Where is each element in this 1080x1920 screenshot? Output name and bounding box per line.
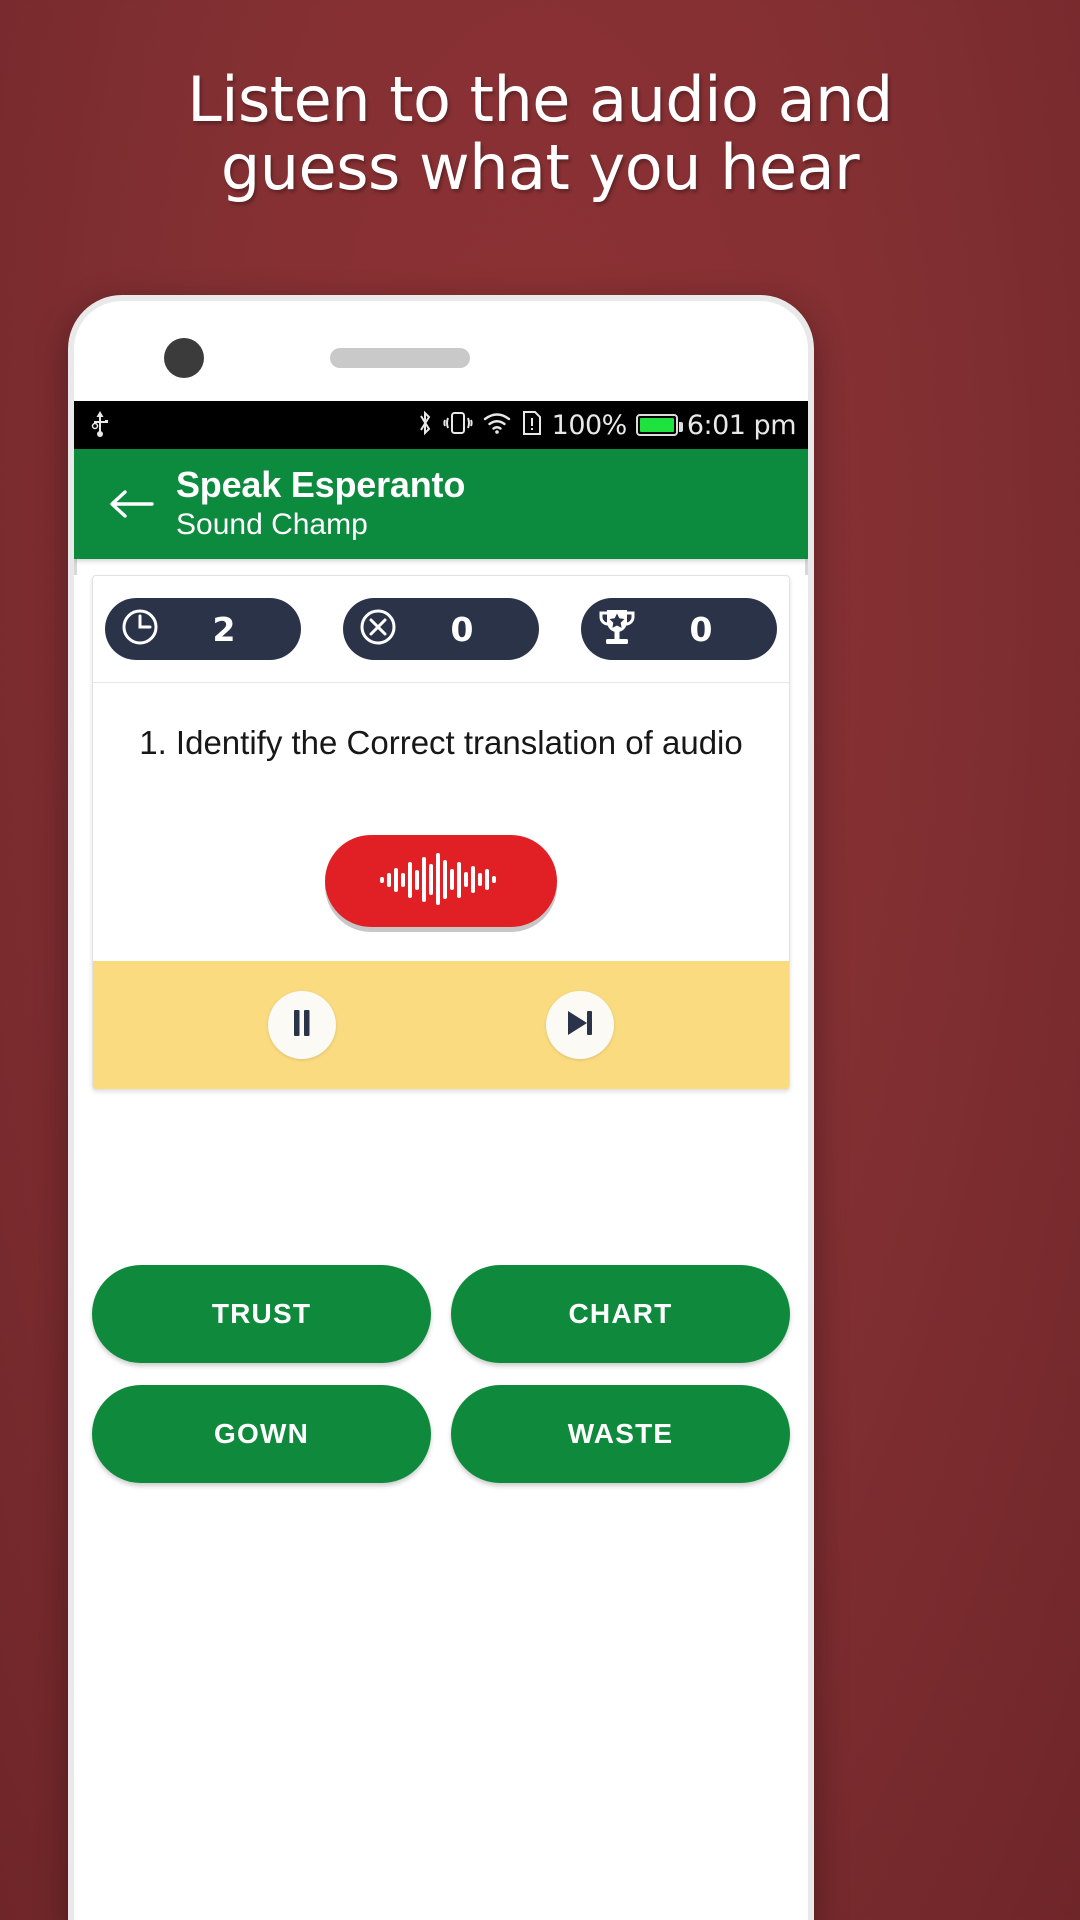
audio-player-bar (93, 961, 789, 1089)
stats-row: 2 0 0 (93, 576, 789, 683)
answer-option-trust[interactable]: TRUST (92, 1265, 431, 1363)
earpiece-speaker (330, 348, 470, 368)
battery-percent-label: 100% (551, 409, 628, 441)
app-bar: Speak Esperanto Sound Champ (74, 449, 808, 559)
pause-button[interactable] (268, 991, 336, 1059)
stat-timer-value: 2 (212, 609, 236, 649)
answer-row-1: TRUST CHART (92, 1265, 790, 1363)
answer-option-waste[interactable]: WASTE (451, 1385, 790, 1483)
next-button[interactable] (546, 991, 614, 1059)
x-circle-icon (357, 606, 399, 653)
waveform-icon (378, 852, 504, 910)
front-camera-icon (164, 338, 204, 378)
quiz-screen: 2 0 0 1. Identify the Correct translatio… (74, 575, 808, 1920)
answer-row-2: GOWN WASTE (92, 1385, 790, 1483)
question-text: 1. Identify the Correct translation of a… (139, 724, 743, 761)
wifi-icon (482, 411, 512, 440)
back-arrow-icon[interactable] (100, 487, 162, 521)
sim-alert-icon (521, 410, 543, 441)
quiz-card: 2 0 0 1. Identify the Correct translatio… (92, 575, 790, 1090)
answer-option-gown[interactable]: GOWN (92, 1385, 431, 1483)
trophy-icon (595, 606, 639, 653)
pause-icon (289, 1008, 315, 1043)
bluetooth-icon (416, 409, 434, 442)
phone-mockup: 100% 6:01 pm Speak Esperanto Sound Champ (68, 295, 814, 1920)
answer-option-chart[interactable]: CHART (451, 1265, 790, 1363)
battery-full-icon (635, 414, 683, 436)
answer-options: TRUST CHART GOWN WASTE (74, 1265, 808, 1505)
stat-timer[interactable]: 2 (105, 598, 301, 660)
headline-line-2: guess what you hear (220, 131, 860, 204)
skip-next-icon (564, 1008, 596, 1043)
clock-time-label: 6:01 pm (686, 409, 797, 441)
status-bar: 100% 6:01 pm (74, 401, 808, 449)
usb-icon (90, 409, 110, 442)
stat-score-value: 0 (689, 609, 713, 649)
phone-bezel-top (74, 301, 808, 401)
phone-screen: 100% 6:01 pm Speak Esperanto Sound Champ (74, 301, 808, 1920)
app-subtitle: Sound Champ (176, 508, 368, 541)
headline-line-1: Listen to the audio and (187, 63, 893, 136)
stat-wrong-value: 0 (450, 609, 474, 649)
vibrate-icon (443, 410, 473, 441)
stat-score[interactable]: 0 (581, 598, 777, 660)
page-title: Listen to the audio and guess what you h… (0, 66, 1080, 202)
clock-icon (119, 606, 161, 653)
app-title: Speak Esperanto (176, 464, 466, 505)
stat-wrong[interactable]: 0 (343, 598, 539, 660)
play-audio-button[interactable] (325, 835, 557, 927)
audio-button-wrap (93, 793, 789, 961)
